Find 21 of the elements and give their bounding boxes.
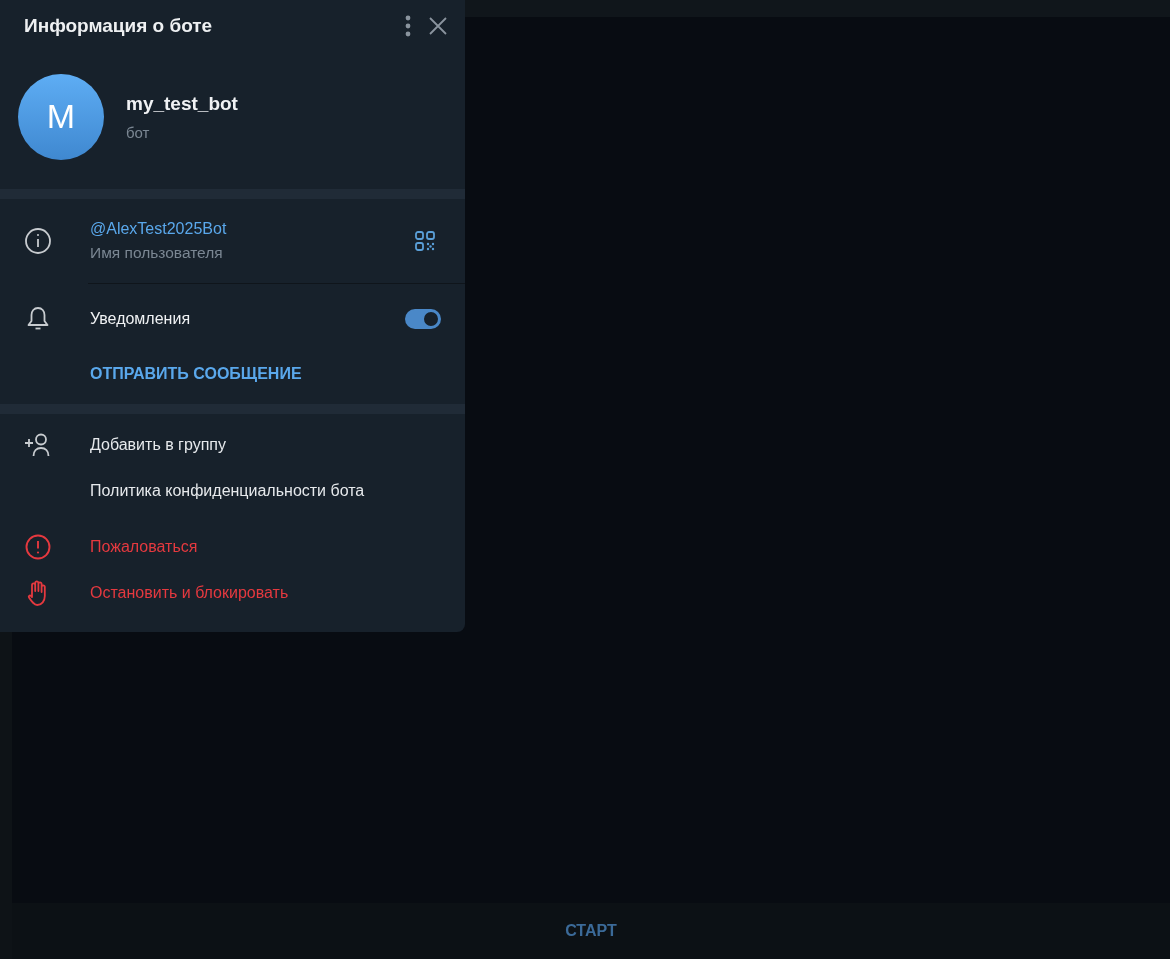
notifications-toggle[interactable] <box>405 309 441 329</box>
panel-title: Информация о боте <box>24 15 214 37</box>
add-user-icon <box>24 433 52 457</box>
more-icon <box>405 15 411 37</box>
start-button[interactable]: СТАРТ <box>549 914 633 948</box>
exclamation-icon <box>25 534 51 560</box>
notifications-label: Уведомления <box>90 310 192 328</box>
bot-status: бот <box>126 123 151 141</box>
action-item[interactable]: Пожаловаться <box>90 538 465 556</box>
send-message-link[interactable]: ОТПРАВИТЬ СООБЩЕНИЕ <box>90 365 302 383</box>
action-item[interactable]: Остановить и блокировать <box>90 584 465 602</box>
username-label: Имя пользователя <box>90 244 224 262</box>
action-item[interactable]: Добавить в группу <box>90 436 465 454</box>
bot-name: my_test_bot <box>126 92 238 115</box>
username-value[interactable]: @AlexTest2025Bot <box>90 220 411 238</box>
bell-icon <box>26 306 50 332</box>
close-icon <box>429 17 447 35</box>
hand-icon <box>27 580 49 606</box>
action-item[interactable]: Политика конфиденциальности бота <box>90 482 465 500</box>
avatar: M <box>18 73 104 160</box>
info-icon <box>24 227 52 255</box>
